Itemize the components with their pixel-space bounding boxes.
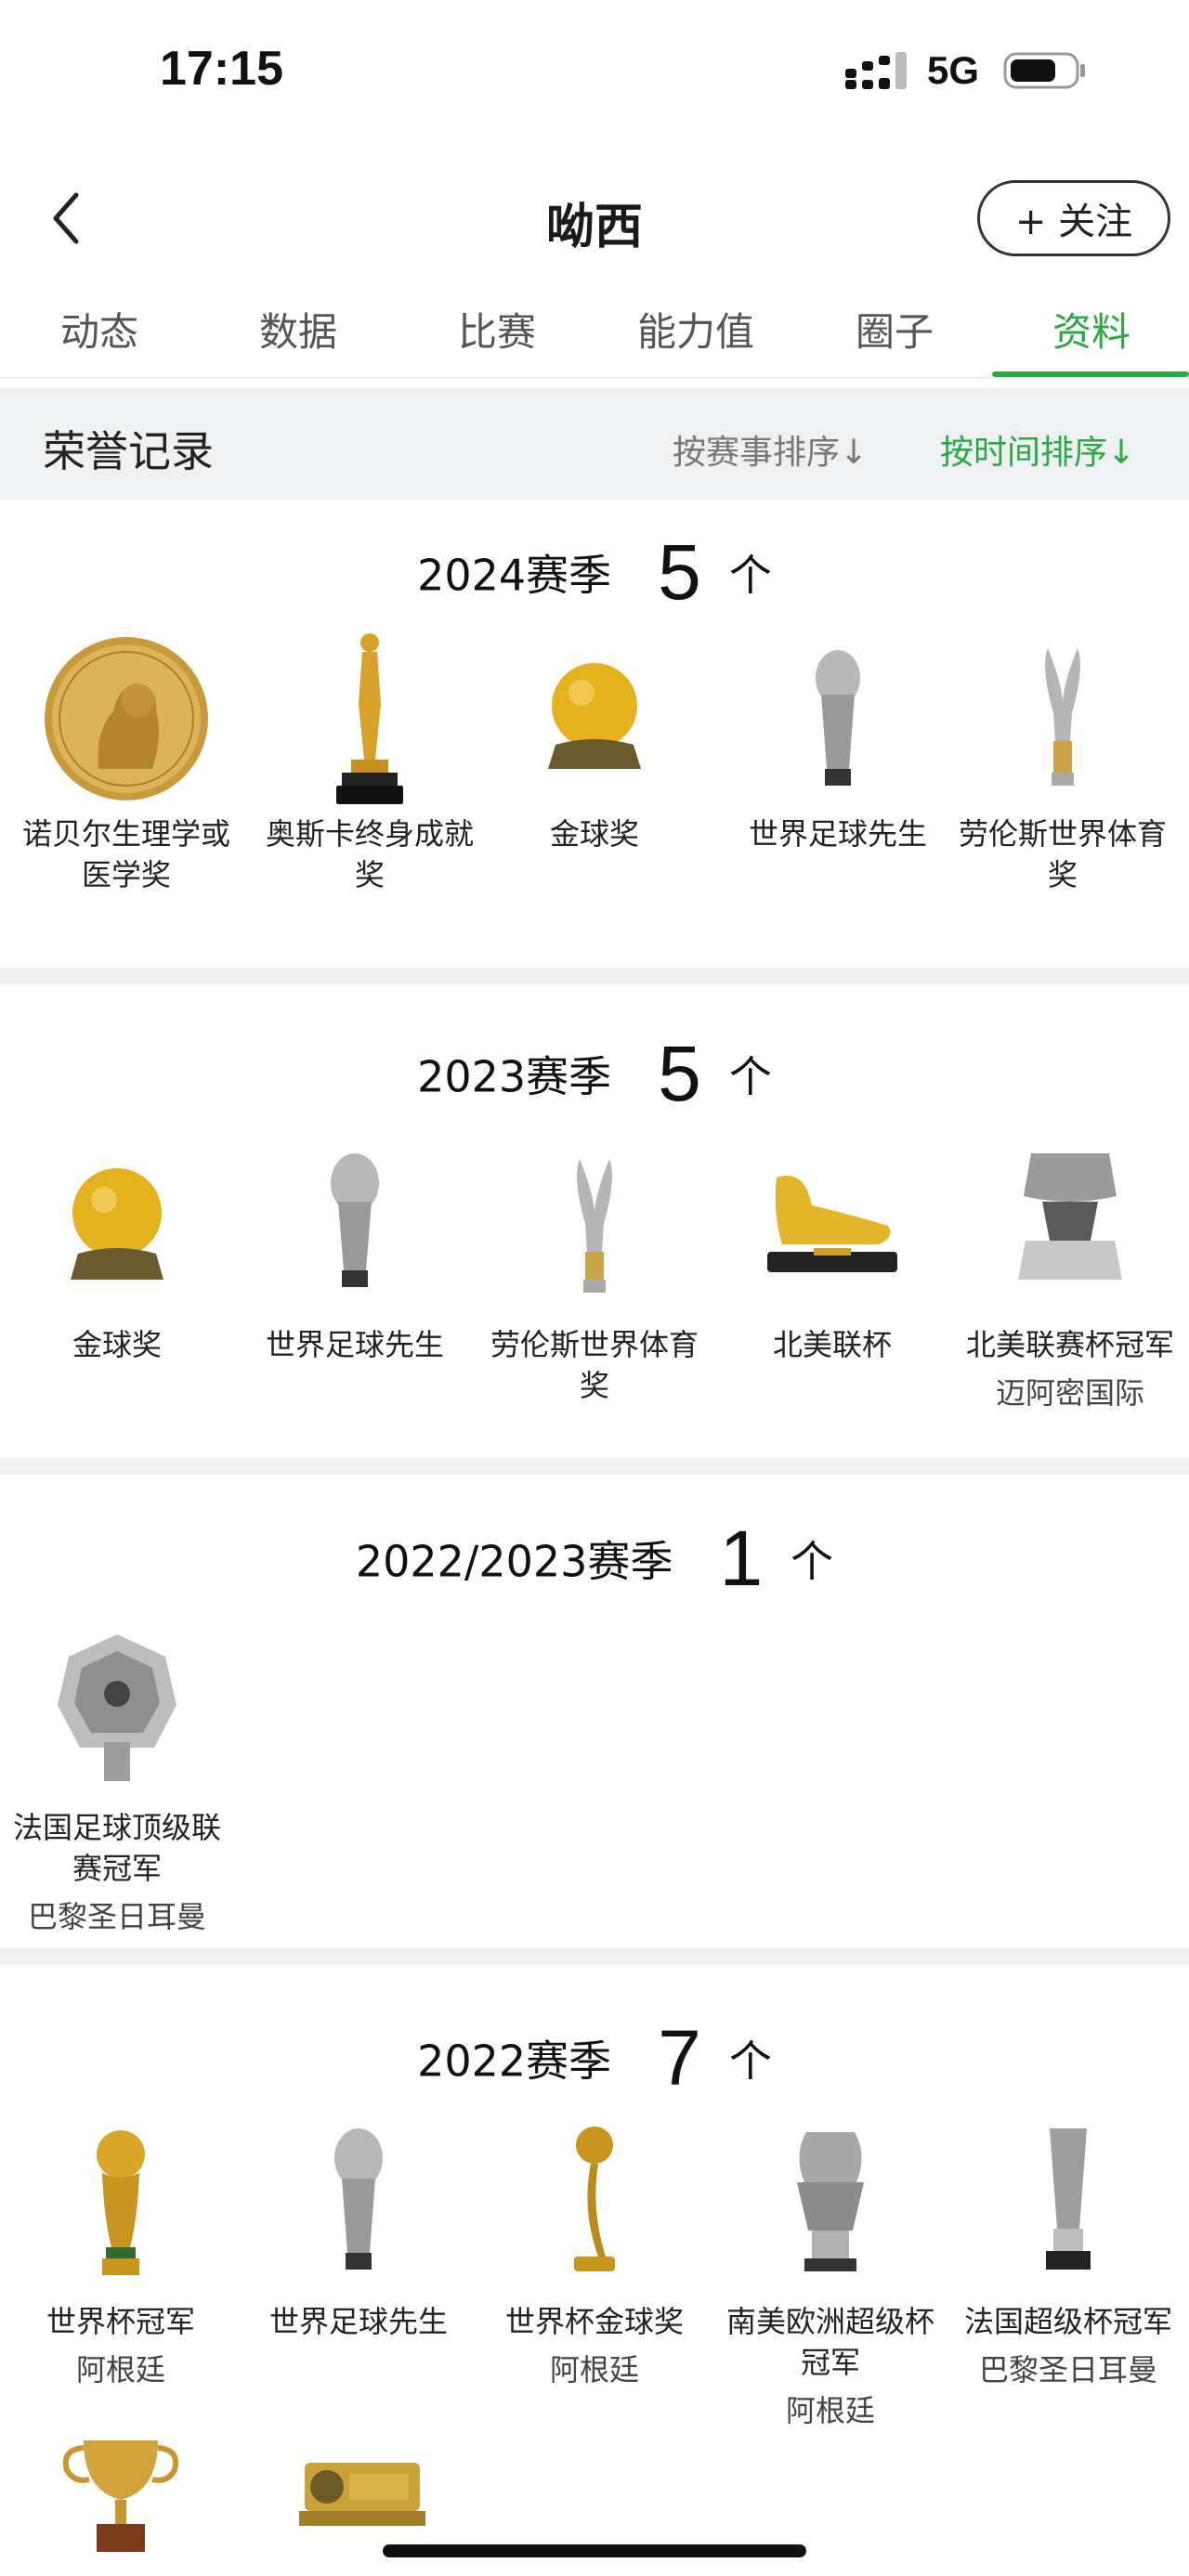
tab-stats[interactable]: 数据 bbox=[199, 301, 398, 358]
battery-icon bbox=[1003, 52, 1085, 89]
award-name: 世界杯冠军 bbox=[46, 2304, 195, 2339]
fifa-best-trophy-icon bbox=[334, 2128, 383, 2270]
tab-bar: 动态 数据 比赛 能力值 圈子 资料 bbox=[0, 282, 1189, 379]
season-section: 2022/2023赛季 1 个 法国足球顶级联赛冠军 巴黎圣日耳曼 bbox=[0, 1475, 1189, 1948]
season-heading: 2022/2023赛季 1 个 bbox=[0, 1514, 1189, 1604]
finalissima-trophy-icon bbox=[797, 2132, 864, 2271]
tab-feed[interactable]: 动态 bbox=[0, 301, 199, 358]
award-item[interactable]: 法国足球顶级联赛冠军 巴黎圣日耳曼 bbox=[2, 1623, 232, 1937]
award-name: 劳伦斯世界体育奖 bbox=[490, 1327, 699, 1403]
award-name: 南美欧洲超级杯冠军 bbox=[725, 2304, 934, 2380]
award-item[interactable]: 世界杯金球奖 阿根廷 bbox=[479, 2117, 710, 2390]
follow-button[interactable]: + 关注 bbox=[977, 180, 1170, 256]
award-name: 世界杯金球奖 bbox=[504, 2304, 684, 2339]
season-heading: 2023赛季 5 个 bbox=[0, 1029, 1189, 1119]
tab-profile[interactable]: 资料 bbox=[992, 301, 1189, 358]
season-unit: 个 bbox=[790, 1536, 834, 1587]
tab-circle[interactable]: 圈子 bbox=[795, 301, 994, 358]
award-item[interactable]: 金球奖 bbox=[479, 630, 710, 854]
signal-icon bbox=[845, 52, 907, 89]
season-section: 2024赛季 5 个 诺贝尔生理学或医学奖 奥斯卡终身成就奖 金球奖 世界足球先… bbox=[0, 500, 1189, 968]
season-name: 2024赛季 bbox=[417, 550, 612, 601]
ligue1-trophy-icon bbox=[58, 1634, 176, 1781]
golden-ball-award-icon bbox=[574, 2127, 615, 2271]
award-team: 阿根廷 bbox=[785, 2393, 875, 2428]
active-tab-indicator bbox=[992, 371, 1189, 377]
status-time: 17:15 bbox=[160, 42, 283, 96]
sort-by-event-button[interactable]: 按赛事排序↓ bbox=[673, 425, 868, 474]
award-name: 劳伦斯世界体育奖 bbox=[958, 816, 1167, 892]
home-indicator[interactable] bbox=[383, 2544, 806, 2557]
season-section: 2023赛季 5 个 金球奖 世界足球先生 劳伦斯世界体育奖 北美联杯 北美联赛… bbox=[0, 984, 1189, 1458]
award-item[interactable]: 世界足球先生 bbox=[240, 1140, 470, 1365]
season-name: 2023赛季 bbox=[417, 1051, 612, 1102]
award-item[interactable]: 劳伦斯世界体育奖 bbox=[479, 1140, 710, 1406]
award-team: 巴黎圣日耳曼 bbox=[978, 2352, 1157, 2387]
award-team: 阿根廷 bbox=[549, 2352, 639, 2387]
gold-cup-icon bbox=[62, 2440, 179, 2552]
award-item[interactable]: 世界杯冠军 阿根廷 bbox=[6, 2117, 236, 2390]
laureus-statuette-icon bbox=[577, 1159, 612, 1293]
golden-ball-icon bbox=[71, 1168, 163, 1280]
award-name: 法国足球顶级联赛冠军 bbox=[12, 1810, 221, 1886]
award-name: 北美联杯 bbox=[772, 1327, 892, 1362]
sort-by-time-button[interactable]: 按时间排序↓ bbox=[940, 425, 1135, 474]
award-name: 世界足球先生 bbox=[748, 816, 927, 852]
award-name: 北美联赛杯冠军 bbox=[965, 1327, 1174, 1362]
golden-ball-icon bbox=[548, 663, 641, 769]
award-item[interactable]: 南美欧洲超级杯冠军 阿根廷 bbox=[715, 2117, 946, 2431]
section-divider bbox=[0, 1458, 1189, 1475]
award-name: 世界足球先生 bbox=[265, 1327, 444, 1362]
golden-boot-icon bbox=[767, 1176, 897, 1272]
award-name: 法国超级杯冠军 bbox=[963, 2304, 1172, 2339]
silver-cup-icon bbox=[1018, 1153, 1122, 1280]
award-name: 奥斯卡终身成就奖 bbox=[265, 816, 474, 892]
season-heading: 2024赛季 5 个 bbox=[0, 527, 1189, 618]
season-count: 7 bbox=[658, 2014, 701, 2101]
award-name: 金球奖 bbox=[549, 816, 639, 852]
header: 呦西 + 关注 bbox=[0, 167, 1189, 269]
award-item[interactable]: 法国超级杯冠军 巴黎圣日耳曼 bbox=[953, 2117, 1183, 2390]
award-item[interactable]: 奥斯卡终身成就奖 bbox=[255, 630, 485, 895]
status-bar: 17:15 5G bbox=[0, 0, 1189, 149]
honors-header: 荣誉记录 按赛事排序↓ 按时间排序↓ bbox=[0, 388, 1189, 500]
award-name: 世界足球先生 bbox=[268, 2304, 448, 2339]
season-name: 2022/2023赛季 bbox=[355, 1536, 673, 1587]
award-item[interactable]: 诺贝尔生理学或医学奖 bbox=[11, 630, 242, 895]
award-item[interactable]: 北美联赛杯冠军 迈阿密国际 bbox=[955, 1140, 1185, 1413]
award-item[interactable]: 金球奖 bbox=[2, 1140, 232, 1365]
season-heading: 2022赛季 7 个 bbox=[0, 2013, 1189, 2103]
season-unit: 个 bbox=[728, 1051, 772, 1102]
award-team: 巴黎圣日耳曼 bbox=[27, 1899, 206, 1934]
honors-title: 荣誉记录 bbox=[43, 426, 214, 476]
fifa-best-trophy-icon bbox=[816, 650, 860, 786]
tab-ability[interactable]: 能力值 bbox=[596, 301, 795, 358]
season-section: 2022赛季 7 个 世界杯冠军 阿根廷 世界足球先生 世界杯金球奖 阿根廷 南… bbox=[0, 1965, 1189, 2576]
award-team: 阿根廷 bbox=[75, 2352, 165, 2387]
world-cup-trophy-icon bbox=[97, 2130, 145, 2275]
oscar-statuette-icon bbox=[336, 633, 403, 804]
nobel-medal-icon bbox=[45, 637, 208, 800]
season-count: 1 bbox=[719, 1515, 764, 1602]
fifa-best-trophy-icon bbox=[331, 1153, 379, 1287]
award-item[interactable] bbox=[6, 2426, 236, 2565]
season-count: 5 bbox=[658, 528, 701, 616]
award-item[interactable]: 北美联杯 bbox=[717, 1140, 947, 1365]
season-unit: 个 bbox=[728, 550, 772, 601]
laureus-statuette-icon bbox=[1045, 648, 1080, 786]
award-team: 迈阿密国际 bbox=[995, 1375, 1144, 1411]
super-cup-trophy-icon bbox=[1046, 2128, 1091, 2270]
season-name: 2022赛季 bbox=[417, 2036, 612, 2087]
award-name: 诺贝尔生理学或医学奖 bbox=[21, 816, 230, 892]
network-label: 5G bbox=[927, 48, 980, 92]
section-divider bbox=[0, 968, 1189, 984]
season-unit: 个 bbox=[728, 2036, 772, 2087]
award-item[interactable]: 世界足球先生 bbox=[723, 630, 953, 854]
award-item[interactable]: 劳伦斯世界体育奖 bbox=[947, 630, 1178, 895]
award-name: 金球奖 bbox=[72, 1327, 162, 1362]
award-item[interactable]: 世界足球先生 bbox=[243, 2117, 474, 2342]
season-count: 5 bbox=[658, 1030, 701, 1117]
tab-matches[interactable]: 比赛 bbox=[398, 301, 596, 358]
section-divider bbox=[0, 1948, 1189, 1965]
